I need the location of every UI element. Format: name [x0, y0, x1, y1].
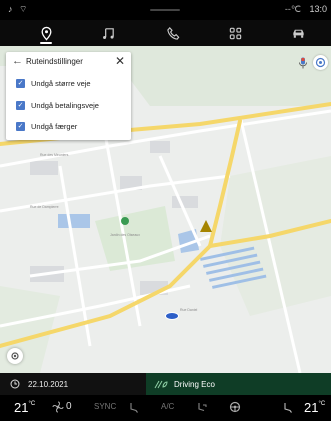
info-bar: 22.10.2021 Driving Eco	[0, 373, 331, 395]
voice-search-button[interactable]	[296, 56, 310, 70]
route-settings-panel: ← Ruteindstillinger ✕ ✓ Undgå større vej…	[6, 52, 131, 140]
panel-title: Ruteindstillinger	[26, 57, 83, 66]
nav-phone[interactable]	[145, 20, 201, 46]
checkbox-checked-icon[interactable]: ✓	[16, 100, 25, 110]
status-left-icons: ♪ ⌔	[8, 4, 30, 14]
panel-header: ← Ruteindstillinger ✕	[6, 52, 131, 72]
status-right: --℃ 13:0	[285, 4, 327, 15]
seat-heat-right-icon[interactable]	[282, 401, 294, 413]
camera-icon	[315, 57, 326, 68]
nav-music[interactable]	[80, 20, 136, 46]
location-target-icon	[11, 352, 19, 360]
lens-button[interactable]	[313, 55, 328, 70]
steering-wheel-icon[interactable]	[229, 401, 241, 413]
svg-text:Jardin des Oiseaux: Jardin des Oiseaux	[110, 233, 140, 237]
climate-bar: 21°C 0 SYNC A/C 21°C	[0, 395, 331, 421]
outside-temp: --℃	[284, 4, 301, 14]
option-avoid-ferries[interactable]: ✓ Undgå færger	[16, 120, 77, 132]
microphone-icon	[299, 57, 307, 69]
option-label: Undgå betalingsveje	[31, 100, 99, 110]
checkbox-checked-icon[interactable]: ✓	[16, 78, 25, 88]
right-temp-unit: °C	[318, 401, 326, 407]
svg-text:Rue des Meuniers: Rue des Meuniers	[40, 153, 69, 157]
apps-grid-icon	[229, 27, 241, 39]
ac-button[interactable]: A/C	[161, 402, 174, 411]
svg-text:Rue de Dampierre: Rue de Dampierre	[30, 205, 59, 209]
location-pin-icon	[41, 26, 51, 41]
music-note-icon	[102, 27, 114, 39]
driving-mode-text: Driving Eco	[174, 379, 215, 389]
phone-icon	[166, 26, 179, 40]
right-temp-value: 21	[304, 400, 319, 415]
screen: ♪ ⌔ --℃ 13:0 Rue des Meuniers Rue de Dam…	[0, 0, 331, 421]
left-temperature[interactable]: 21°C	[14, 400, 35, 415]
left-temp-value: 21	[14, 400, 29, 415]
recenter-button[interactable]	[7, 348, 23, 364]
checkbox-checked-icon[interactable]: ✓	[16, 121, 25, 131]
nav-bar	[0, 20, 331, 46]
status-handle	[150, 9, 180, 11]
right-temperature[interactable]: 21°C	[304, 400, 325, 415]
close-icon[interactable]: ✕	[115, 54, 125, 68]
sync-button[interactable]: SYNC	[94, 402, 116, 411]
recirculation-icon[interactable]	[196, 401, 208, 413]
option-label: Undgå større veje	[31, 78, 91, 88]
eco-leaf-icon	[154, 379, 168, 389]
driving-mode-widget[interactable]: Driving Eco	[146, 373, 331, 395]
svg-text:Rue Daniel: Rue Daniel	[180, 308, 198, 312]
clock-icon	[10, 379, 20, 389]
car-icon	[292, 29, 304, 38]
nav-navigation[interactable]	[18, 20, 74, 46]
left-temp-unit: °C	[28, 401, 36, 407]
date-text: 22.10.2021	[28, 379, 69, 389]
seat-heat-left-icon[interactable]	[128, 401, 140, 413]
fan-icon[interactable]	[52, 401, 64, 413]
date-widget[interactable]: 22.10.2021	[0, 373, 146, 395]
current-position-marker	[165, 312, 179, 320]
fan-speed-value: 0	[66, 401, 72, 412]
back-arrow-icon[interactable]: ←	[12, 55, 23, 67]
option-avoid-tolls[interactable]: ✓ Undgå betalingsveje	[16, 99, 99, 111]
nav-car[interactable]	[270, 20, 326, 46]
option-avoid-highways[interactable]: ✓ Undgå større veje	[16, 77, 91, 89]
nav-apps[interactable]	[207, 20, 263, 46]
clock: 13:0	[309, 4, 327, 14]
option-label: Undgå færger	[31, 121, 78, 131]
status-bar: ♪ ⌔ --℃ 13:0	[0, 0, 331, 20]
